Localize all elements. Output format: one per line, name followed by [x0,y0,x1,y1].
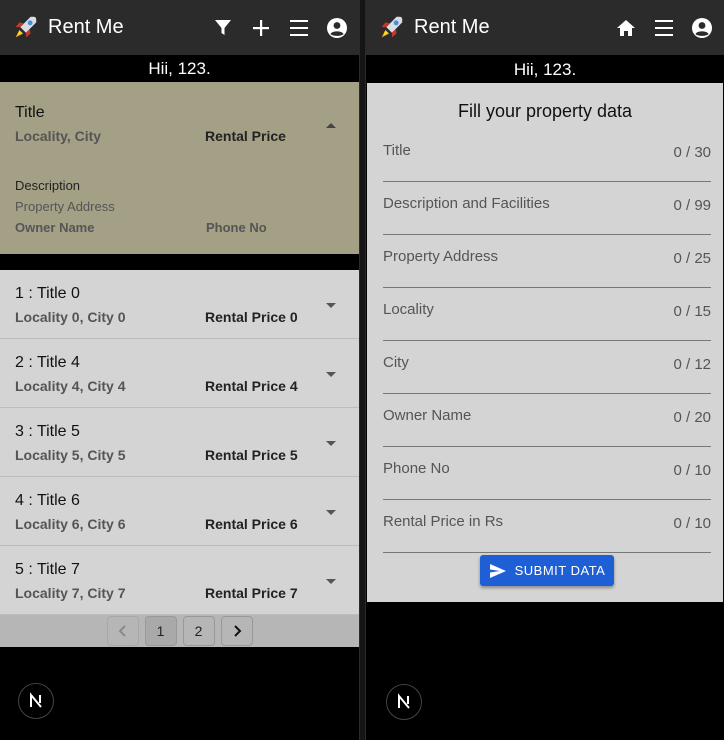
title-field[interactable]: Title 0 / 30 [383,142,711,182]
list-item-price: Rental Price 0 [205,309,298,325]
title-input[interactable] [383,142,711,181]
column-header-card[interactable]: Title Locality, City Rental Price Descri… [0,82,359,254]
chevron-down-icon[interactable] [325,509,337,517]
app-bar: Rent Me [366,0,724,55]
list-item-price: Rental Price 7 [205,585,298,601]
header-description: Description [15,178,81,193]
rental-price-field[interactable]: Rental Price in Rs 0 / 10 [383,513,711,553]
list-item-locality: Locality 4, City 4 [15,378,126,394]
list-item-locality: Locality 5, City 5 [15,447,126,463]
form-title: Fill your property data [457,101,633,121]
appbar-actions [614,16,714,40]
app-bar: Rent Me [0,0,359,55]
address-input[interactable] [383,248,711,287]
submit-button[interactable]: SUBMIT DATA [480,555,614,586]
phone-field[interactable]: Phone No 0 / 10 [383,460,711,500]
description-input[interactable] [383,195,711,234]
list-item-price: Rental Price 5 [205,447,298,463]
list-item-price: Rental Price 4 [205,378,298,394]
home-icon[interactable] [614,16,638,40]
nextjs-badge-icon[interactable] [386,684,422,720]
header-locality-city: Locality, City [15,128,102,144]
header-address: Property Address [15,199,115,214]
greeting: Hii, 123. [513,60,577,79]
list-item[interactable]: 4 : Title 6 Locality 6, City 6 Rental Pr… [0,477,359,546]
chevron-down-icon[interactable] [325,302,337,310]
page-button-2[interactable]: 2 [182,616,215,646]
list-item-title: 2 : Title 4 [15,354,80,371]
account-icon[interactable] [690,16,714,40]
owner-name-input[interactable] [383,407,711,446]
locality-input[interactable] [383,301,711,340]
greeting: Hii, 123. [148,59,211,78]
city-input[interactable] [383,354,711,393]
phone-input[interactable] [383,460,711,499]
header-title: Title [15,104,45,121]
list-item-title: 5 : Title 7 [15,561,80,578]
rocket-logo-icon[interactable] [376,13,406,43]
address-field[interactable]: Property Address 0 / 25 [383,248,711,288]
chevron-left-icon [118,625,126,637]
list-item-price: Rental Price 6 [205,516,298,532]
chevron-down-icon[interactable] [325,371,337,379]
property-form: Fill your property data Title 0 / 30 Des… [367,83,723,602]
menu-icon[interactable] [287,16,311,40]
property-list: 1 : Title 0 Locality 0, City 0 Rental Pr… [0,270,359,615]
chevron-right-icon [233,625,241,637]
list-item-title: 3 : Title 5 [15,423,80,440]
nextjs-badge-icon[interactable] [18,683,54,719]
header-rental-price: Rental Price [205,128,286,144]
list-item-title: 4 : Title 6 [15,492,80,509]
list-item[interactable]: 1 : Title 0 Locality 0, City 0 Rental Pr… [0,270,359,339]
rocket-logo-icon[interactable] [10,13,40,43]
listing-pane: Rent Me Hii, 123. Title Locality, City R… [0,0,359,740]
header-owner: Owner Name [15,220,95,235]
header-phone: Phone No [206,220,267,235]
filter-icon[interactable] [211,16,235,40]
account-icon[interactable] [325,16,349,40]
pane-divider [359,0,366,740]
submit-label: SUBMIT DATA [514,563,606,578]
city-field[interactable]: City 0 / 12 [383,354,711,394]
appbar-actions [211,16,349,40]
form-pane: Rent Me Hii, 123. Fill your property dat… [366,0,724,740]
rental-price-input[interactable] [383,513,711,552]
locality-field[interactable]: Locality 0 / 15 [383,301,711,341]
list-item-title: 1 : Title 0 [15,285,80,302]
pagination: 1 2 [0,615,359,647]
send-icon [489,563,506,578]
chevron-down-icon[interactable] [325,578,337,586]
list-item[interactable]: 5 : Title 7 Locality 7, City 7 Rental Pr… [0,546,359,615]
description-field[interactable]: Description and Facilities 0 / 99 [383,195,711,235]
app-brand[interactable]: Rent Me [48,16,211,39]
list-item-locality: Locality 0, City 0 [15,309,126,325]
app-brand[interactable]: Rent Me [414,16,614,39]
next-page-button[interactable] [220,616,253,646]
list-item-locality: Locality 7, City 7 [15,585,126,601]
prev-page-button[interactable] [106,616,139,646]
plus-icon[interactable] [249,16,273,40]
list-item-locality: Locality 6, City 6 [15,516,126,532]
page-button-1[interactable]: 1 [144,616,177,646]
menu-icon[interactable] [652,16,676,40]
list-item[interactable]: 3 : Title 5 Locality 5, City 5 Rental Pr… [0,408,359,477]
chevron-down-icon[interactable] [325,440,337,448]
owner-name-field[interactable]: Owner Name 0 / 20 [383,407,711,447]
chevron-up-icon[interactable] [324,120,338,130]
list-item[interactable]: 2 : Title 4 Locality 4, City 4 Rental Pr… [0,339,359,408]
screen: Rent Me Hii, 123. Title Locality, City R… [0,0,724,740]
